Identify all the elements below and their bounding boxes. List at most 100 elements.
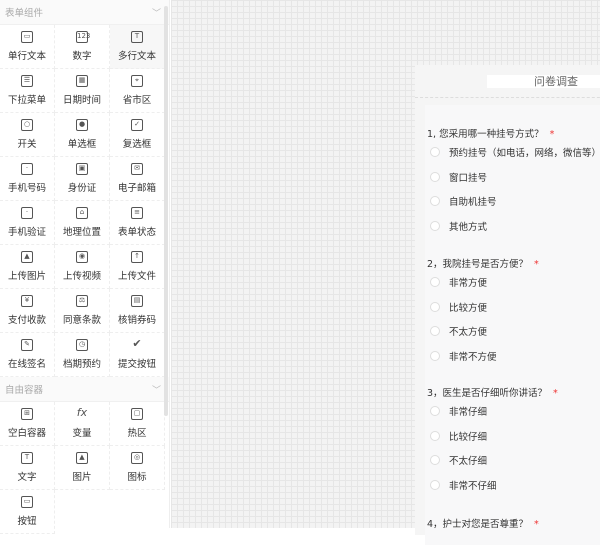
component-label: 提交按钮 <box>117 359 156 370</box>
sidebar-scrollbar[interactable] <box>164 6 168 416</box>
radio-button[interactable] <box>430 196 440 206</box>
radio-option[interactable]: 其他方式 <box>430 219 487 233</box>
component-upload-video[interactable]: ◉ 上传视频 <box>55 245 110 289</box>
radio-option[interactable]: 非常仔细 <box>430 404 487 418</box>
component-agree-terms[interactable]: ⚖ 同意条款 <box>55 289 110 333</box>
component-label: 下拉菜单 <box>7 95 46 106</box>
radio-option[interactable]: 窗口挂号 <box>430 170 487 184</box>
component-variable-fx[interactable]: fx 变量 <box>55 402 110 446</box>
question-title: 2，我院挂号是否方便？ * <box>427 256 539 270</box>
switch-icon: ○ <box>21 119 33 131</box>
option-label: 不太仔细 <box>449 456 488 467</box>
component-hotspot[interactable]: ▢ 热区 <box>110 402 165 446</box>
required-mark: * <box>534 259 539 270</box>
section-header[interactable]: 表单组件 ﹀ <box>0 0 169 25</box>
question-title: 3，医生是否仔细听你讲话？ * <box>427 385 558 399</box>
component-sidebar: 表单组件 ﹀ ▭ 单行文本 123 数字 T 多行文本 ☰ 下拉菜单 ▦ 日期时间 ⌖ 省市区 ○ 开关 ● 单选… <box>0 0 170 534</box>
component-text[interactable]: T 文字 <box>0 446 55 490</box>
form-title[interactable]: 问卷调查 <box>487 74 600 88</box>
radio-option[interactable]: 非常不仔细 <box>430 478 497 492</box>
radio-option[interactable]: 比较方便 <box>430 300 487 314</box>
component-blank-container[interactable]: ⊞ 空白容器 <box>0 402 55 446</box>
required-mark: * <box>549 129 555 140</box>
radio-option[interactable]: 非常不方便 <box>430 349 497 363</box>
component-button[interactable]: ▭ 按钮 <box>0 490 55 534</box>
radio-option[interactable]: 预约挂号（如电话，网络，微信等） <box>430 145 600 159</box>
radio-option[interactable]: 非常方便 <box>430 275 487 289</box>
option-label: 非常不方便 <box>449 351 497 363</box>
dropdown-icon: ☰ <box>21 75 33 87</box>
radio-button[interactable] <box>430 406 440 416</box>
location-icon: ⌂ <box>76 207 88 219</box>
component-label: 档期预约 <box>62 359 101 370</box>
component-upload-file[interactable]: ↑ 上传文件 <box>110 245 165 289</box>
component-signature[interactable]: ✎ 在线签名 <box>0 333 55 377</box>
question-text: 3，医生是否仔细听你讲话？ <box>427 388 548 399</box>
component-schedule[interactable]: ◷ 档期预约 <box>55 333 110 377</box>
component-map-region[interactable]: ⌖ 省市区 <box>110 69 165 113</box>
component-calendar[interactable]: ▦ 日期时间 <box>55 69 110 113</box>
component-checkbox[interactable]: ✓ 复选框 <box>110 113 165 157</box>
component-dropdown[interactable]: ☰ 下拉菜单 <box>0 69 55 113</box>
component-form-status[interactable]: ≡ 表单状态 <box>110 201 165 245</box>
form-header: 问卷调查 <box>415 65 600 98</box>
component-number[interactable]: 123 数字 <box>55 25 110 69</box>
required-mark: * <box>534 519 539 530</box>
radio-button[interactable] <box>430 171 440 182</box>
radio-option[interactable]: 自助机挂号 <box>430 194 497 208</box>
radio-button[interactable] <box>430 147 440 157</box>
map-region-icon: ⌖ <box>131 75 143 87</box>
component-id-card[interactable]: ▣ 身份证 <box>55 157 110 201</box>
chevron-down-icon[interactable]: ﹀ <box>152 383 161 396</box>
component-label: 复选框 <box>122 139 152 150</box>
component-location[interactable]: ⌂ 地理位置 <box>55 201 110 245</box>
radio-button[interactable] <box>430 301 440 312</box>
radio-button[interactable] <box>430 479 440 490</box>
component-label: 身份证 <box>67 183 97 194</box>
component-single-line-text[interactable]: ▭ 单行文本 <box>0 25 55 69</box>
radio-button[interactable] <box>430 350 440 361</box>
component-grid: ⊞ 空白容器 fx 变量 ▢ 热区 T 文字 ▲ 图片 ◎ 图标 ▭ 按钮 <box>0 402 169 534</box>
component-label: 文字 <box>17 472 37 483</box>
component-label: 按钮 <box>17 516 37 527</box>
option-label: 窗口挂号 <box>449 172 488 184</box>
component-label: 变量 <box>72 428 92 439</box>
radio-button[interactable] <box>430 277 440 287</box>
component-multi-line-text[interactable]: T 多行文本 <box>110 25 165 69</box>
component-payment[interactable]: ¥ 支付收款 <box>0 289 55 333</box>
component-mobile-verify[interactable]: · 手机验证 <box>0 201 55 245</box>
form-preview: 问卷调查 1, 您采用哪一种挂号方式？ * 预约挂号（如电话，网络，微信等） 窗口挂号… <box>415 65 600 545</box>
component-coupon-code[interactable]: ▤ 核销券码 <box>110 289 165 333</box>
upload-video-icon: ◉ <box>76 251 88 263</box>
radio-button[interactable] <box>430 220 440 231</box>
component-submit-check[interactable]: ✔ 提交按钮 <box>110 333 165 377</box>
chevron-down-icon[interactable]: ﹀ <box>152 6 161 19</box>
radio-button[interactable] <box>430 326 440 336</box>
component-email[interactable]: ✉ 电子邮箱 <box>110 157 165 201</box>
question-text: 2，我院挂号是否方便？ <box>427 259 529 270</box>
id-card-icon: ▣ <box>76 163 88 175</box>
component-switch[interactable]: ○ 开关 <box>0 113 55 157</box>
radio-button[interactable] <box>430 455 440 465</box>
component-label: 电子邮箱 <box>117 183 156 194</box>
blank-container-icon: ⊞ <box>21 408 33 420</box>
upload-image-icon: ▲ <box>21 251 33 263</box>
component-image[interactable]: ▲ 图片 <box>55 446 110 490</box>
component-label: 热区 <box>127 428 147 439</box>
component-upload-image[interactable]: ▲ 上传图片 <box>0 245 55 289</box>
component-radio[interactable]: ● 单选框 <box>55 113 110 157</box>
section-header[interactable]: 自由容器 ﹀ <box>0 377 169 402</box>
option-label: 非常仔细 <box>449 407 488 418</box>
option-label: 不太方便 <box>449 327 488 338</box>
radio-option[interactable]: 不太方便 <box>430 324 487 338</box>
submit-check-icon: ✔ <box>132 337 142 350</box>
radio-option[interactable]: 不太仔细 <box>430 453 487 467</box>
single-line-text-icon: ▭ <box>21 31 33 43</box>
agree-terms-icon: ⚖ <box>76 295 88 307</box>
radio-option[interactable]: 比较仔细 <box>430 429 487 443</box>
component-mobile[interactable]: · 手机号码 <box>0 157 55 201</box>
section-title: 表单组件 <box>5 8 44 19</box>
option-label: 非常不仔细 <box>449 480 497 492</box>
radio-button[interactable] <box>430 430 440 441</box>
component-icon[interactable]: ◎ 图标 <box>110 446 165 490</box>
